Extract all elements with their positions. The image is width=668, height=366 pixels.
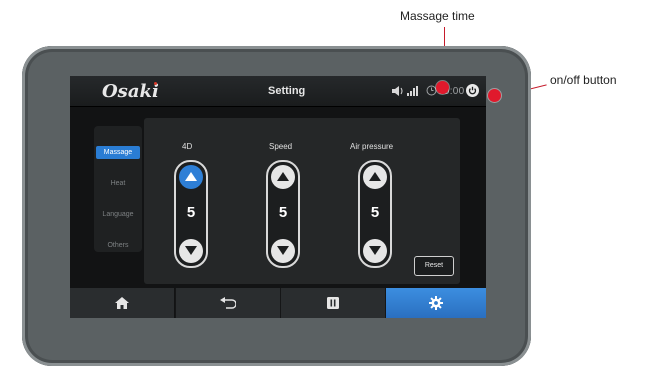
menu-item-heat[interactable]: Heat bbox=[96, 177, 140, 190]
power-icon bbox=[468, 86, 477, 95]
header-bar: Osaki Setting 00:00 bbox=[70, 76, 486, 107]
4d-label: 4D bbox=[182, 142, 193, 151]
volume-signal-icon bbox=[392, 86, 418, 96]
reset-button[interactable]: Reset bbox=[414, 256, 454, 276]
triangle-up-icon bbox=[277, 172, 289, 181]
page-title: Setting bbox=[268, 85, 306, 97]
nav-tab-settings[interactable] bbox=[385, 288, 486, 318]
gear-icon bbox=[429, 296, 443, 310]
touch-screen: Osaki Setting 00:00 Massage Heat Languag… bbox=[70, 76, 486, 318]
speed-decrease-button[interactable] bbox=[271, 239, 295, 263]
air-pressure-label: Air pressure bbox=[350, 142, 394, 151]
onoff-callout-label: on/off button bbox=[550, 73, 617, 87]
triangle-up-icon bbox=[185, 172, 197, 181]
massage-settings-panel: 4D 5 Speed 5 Air pressure 5 Reset bbox=[144, 118, 460, 284]
air-pressure-increase-button[interactable] bbox=[363, 165, 387, 189]
air-pressure-decrease-button[interactable] bbox=[363, 239, 387, 263]
4d-decrease-button[interactable] bbox=[179, 239, 203, 263]
speed-increase-button[interactable] bbox=[271, 165, 295, 189]
triangle-down-icon bbox=[277, 246, 289, 255]
pause-icon bbox=[327, 297, 339, 309]
4d-increase-button[interactable] bbox=[179, 165, 203, 189]
power-button[interactable] bbox=[466, 84, 479, 97]
nav-tab-back[interactable] bbox=[175, 288, 280, 318]
triangle-down-icon bbox=[369, 246, 381, 255]
triangle-down-icon bbox=[185, 246, 197, 255]
4d-value: 5 bbox=[186, 204, 196, 221]
home-icon bbox=[115, 297, 129, 309]
nav-tab-pause[interactable] bbox=[280, 288, 385, 318]
4d-stepper: 5 bbox=[174, 160, 208, 268]
bottom-nav bbox=[70, 288, 486, 318]
air-pressure-value: 5 bbox=[370, 204, 380, 221]
onoff-callout-dot bbox=[488, 89, 501, 102]
speed-value: 5 bbox=[278, 204, 288, 221]
logo-dot bbox=[154, 82, 157, 85]
nav-tab-home[interactable] bbox=[70, 288, 174, 318]
menu-item-language[interactable]: Language bbox=[96, 208, 140, 221]
speed-stepper: 5 bbox=[266, 160, 300, 268]
menu-item-massage[interactable]: Massage bbox=[96, 146, 140, 159]
air-pressure-stepper: 5 bbox=[358, 160, 392, 268]
menu-item-others[interactable]: Others bbox=[96, 239, 140, 252]
osaki-logo: Osaki bbox=[102, 81, 159, 102]
massage-time-callout-label: Massage time bbox=[400, 9, 475, 23]
back-icon bbox=[220, 297, 236, 309]
speed-label: Speed bbox=[269, 142, 293, 151]
massage-time-callout-dot bbox=[436, 81, 449, 94]
massage-chair-controller: Osaki Setting 00:00 Massage Heat Languag… bbox=[22, 46, 531, 366]
settings-side-menu: Massage Heat Language Others bbox=[94, 126, 142, 252]
triangle-up-icon bbox=[369, 172, 381, 181]
